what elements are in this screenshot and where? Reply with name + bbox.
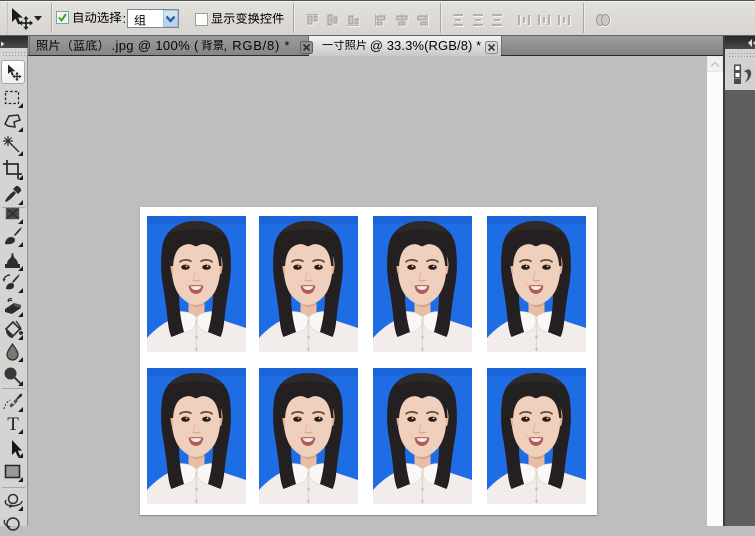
svg-text:T: T	[7, 414, 19, 435]
